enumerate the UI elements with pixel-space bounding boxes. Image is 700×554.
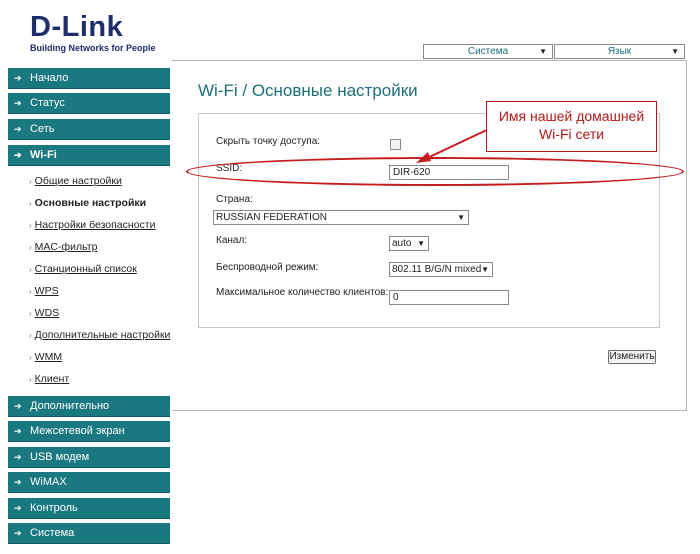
sidebar: ➔ Начало ➔ Статус ➔ Сеть ➔ Wi-Fi › Общие … xyxy=(8,60,172,550)
ssid-highlight-oval xyxy=(186,157,684,186)
bullet-icon: › xyxy=(29,221,32,230)
chevron-down-icon: ▼ xyxy=(457,213,465,222)
arrow-right-icon: ➔ xyxy=(14,503,22,513)
hide-ap-checkbox[interactable] xyxy=(390,139,401,150)
max-clients-input[interactable]: 0 xyxy=(389,290,509,305)
submenu-label: Клиент xyxy=(34,373,70,385)
wireless-mode-value: 802.11 B/G/N mixed xyxy=(392,264,482,275)
sidebar-item-status[interactable]: ➔ Статус xyxy=(8,93,170,114)
chevron-down-icon: ▼ xyxy=(417,239,425,248)
bullet-icon: › xyxy=(29,177,32,186)
sidebar-item-wifi[interactable]: ➔ Wi-Fi xyxy=(8,145,170,166)
chevron-down-icon: ▼ xyxy=(481,265,489,274)
language-label: Язык xyxy=(607,46,632,57)
sidebar-item-label: Контроль xyxy=(30,502,78,514)
country-value: RUSSIAN FEDERATION xyxy=(216,212,327,223)
country-label: Страна: xyxy=(216,194,253,205)
submenu-general-settings[interactable]: › Общие настройки xyxy=(29,174,122,189)
change-button[interactable]: Изменить xyxy=(608,350,656,364)
chevron-down-icon: ▼ xyxy=(539,47,547,56)
bullet-icon: › xyxy=(29,243,32,252)
wireless-mode-label: Беспроводной режим: xyxy=(216,262,319,273)
sidebar-item-label: Сеть xyxy=(30,123,55,135)
submenu-security-settings[interactable]: › Настройки безопасности xyxy=(29,218,155,233)
arrow-right-icon: ➔ xyxy=(14,124,22,134)
submenu-wds[interactable]: › WDS xyxy=(29,306,59,321)
sidebar-item-wimax[interactable]: ➔ WiMAX xyxy=(8,472,170,493)
bullet-icon: › xyxy=(29,309,32,318)
bullet-icon: › xyxy=(29,199,32,208)
bullet-icon: › xyxy=(29,353,32,362)
submenu-advanced-settings[interactable]: › Дополнительные настройки xyxy=(29,328,170,343)
bullet-icon: › xyxy=(29,265,32,274)
submenu-label: MAC-фильтр xyxy=(34,241,98,253)
sidebar-item-label: Межсетевой экран xyxy=(30,425,125,437)
max-clients-label: Максимальное количество клиентов: xyxy=(216,287,389,298)
channel-value: auto xyxy=(392,238,412,249)
arrow-right-icon: ➔ xyxy=(14,401,22,411)
submenu-wps[interactable]: › WPS xyxy=(29,284,59,299)
submenu-client[interactable]: › Клиент xyxy=(29,372,69,387)
wireless-mode-select[interactable]: 802.11 B/G/N mixed ▼ xyxy=(389,262,493,277)
sidebar-item-label: Начало xyxy=(30,72,69,84)
sidebar-item-label: USB модем xyxy=(30,451,90,463)
country-select[interactable]: RUSSIAN FEDERATION ▼ xyxy=(213,210,469,225)
hide-ap-label: Скрыть точку доступа: xyxy=(216,136,321,147)
submenu-label: WDS xyxy=(34,307,60,319)
logo-tagline: Building Networks for People xyxy=(30,43,156,53)
bullet-icon: › xyxy=(29,287,32,296)
submenu-basic-settings[interactable]: › Основные настройки xyxy=(29,196,146,211)
sidebar-item-system[interactable]: ➔ Система xyxy=(8,523,170,544)
submenu-wmm[interactable]: › WMM xyxy=(29,350,62,365)
bullet-icon: › xyxy=(29,331,32,340)
submenu-label: Общие настройки xyxy=(34,175,122,187)
submenu-label: Дополнительные настройки xyxy=(34,329,171,341)
sidebar-item-label: Система xyxy=(30,527,75,539)
arrow-right-icon: ➔ xyxy=(14,150,22,160)
sidebar-item-advanced[interactable]: ➔ Дополнительно xyxy=(8,396,170,417)
system-menu-select[interactable]: Система ▼ xyxy=(423,44,553,59)
channel-label: Канал: xyxy=(216,235,248,246)
sidebar-item-network[interactable]: ➔ Сеть xyxy=(8,119,170,140)
submenu-label: Станционный список xyxy=(34,263,137,275)
dlink-logo: D-Link Building Networks for People xyxy=(30,12,156,53)
submenu-mac-filter[interactable]: › MAC-фильтр xyxy=(29,240,97,255)
chevron-down-icon: ▼ xyxy=(671,47,679,56)
submenu-station-list[interactable]: › Станционный список xyxy=(29,262,137,277)
submenu-label: WPS xyxy=(34,285,59,297)
sidebar-item-label: Дополнительно xyxy=(30,400,110,412)
arrow-right-icon: ➔ xyxy=(14,426,22,436)
sidebar-item-label: WiMAX xyxy=(30,476,67,488)
sidebar-item-label: Статус xyxy=(30,97,65,109)
submenu-label: WMM xyxy=(34,351,63,363)
submenu-label: Основные настройки xyxy=(34,197,147,209)
sidebar-item-firewall[interactable]: ➔ Межсетевой экран xyxy=(8,421,170,442)
arrow-right-icon: ➔ xyxy=(14,477,22,487)
language-select[interactable]: Язык ▼ xyxy=(554,44,685,59)
system-menu-label: Система xyxy=(467,46,509,57)
sidebar-item-label: Wi-Fi xyxy=(30,149,57,161)
sidebar-item-home[interactable]: ➔ Начало xyxy=(8,68,170,89)
arrow-right-icon: ➔ xyxy=(14,98,22,108)
arrow-right-icon: ➔ xyxy=(14,528,22,538)
arrow-right-icon: ➔ xyxy=(14,73,22,83)
logo-text: D-Link xyxy=(30,11,124,43)
arrow-right-icon: ➔ xyxy=(14,452,22,462)
callout-annotation: Имя нашей домашней Wi-Fi сети xyxy=(486,101,657,152)
page-title: Wi-Fi / Основные настройки xyxy=(198,81,418,100)
sidebar-item-control[interactable]: ➔ Контроль xyxy=(8,498,170,519)
callout-line-1: Имя нашей домашней xyxy=(498,108,645,124)
channel-select[interactable]: auto ▼ xyxy=(389,236,429,251)
bullet-icon: › xyxy=(29,375,32,384)
sidebar-item-usb-modem[interactable]: ➔ USB модем xyxy=(8,447,170,468)
submenu-label: Настройки безопасности xyxy=(34,219,156,231)
callout-line-2: Wi-Fi сети xyxy=(538,126,605,142)
